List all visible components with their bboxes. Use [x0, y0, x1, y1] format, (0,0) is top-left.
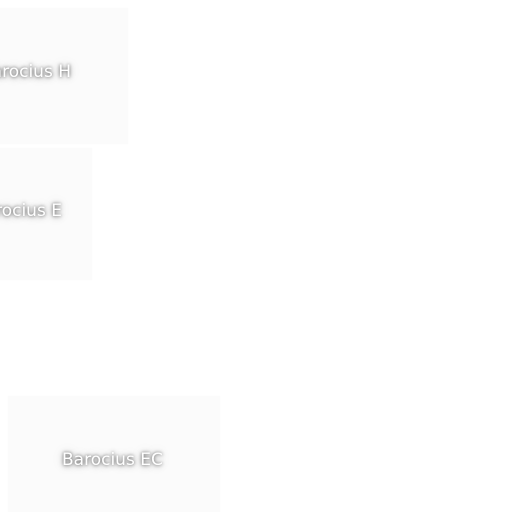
feature-label-barocius-ec[interactable]: Barocius EC: [62, 450, 163, 470]
feature-label-barocius-e[interactable]: Barocius E: [0, 201, 62, 221]
map-canvas[interactable]: Barocius H Barocius E Barocius EC: [0, 0, 512, 512]
feature-label-barocius-h[interactable]: Barocius H: [0, 62, 71, 82]
